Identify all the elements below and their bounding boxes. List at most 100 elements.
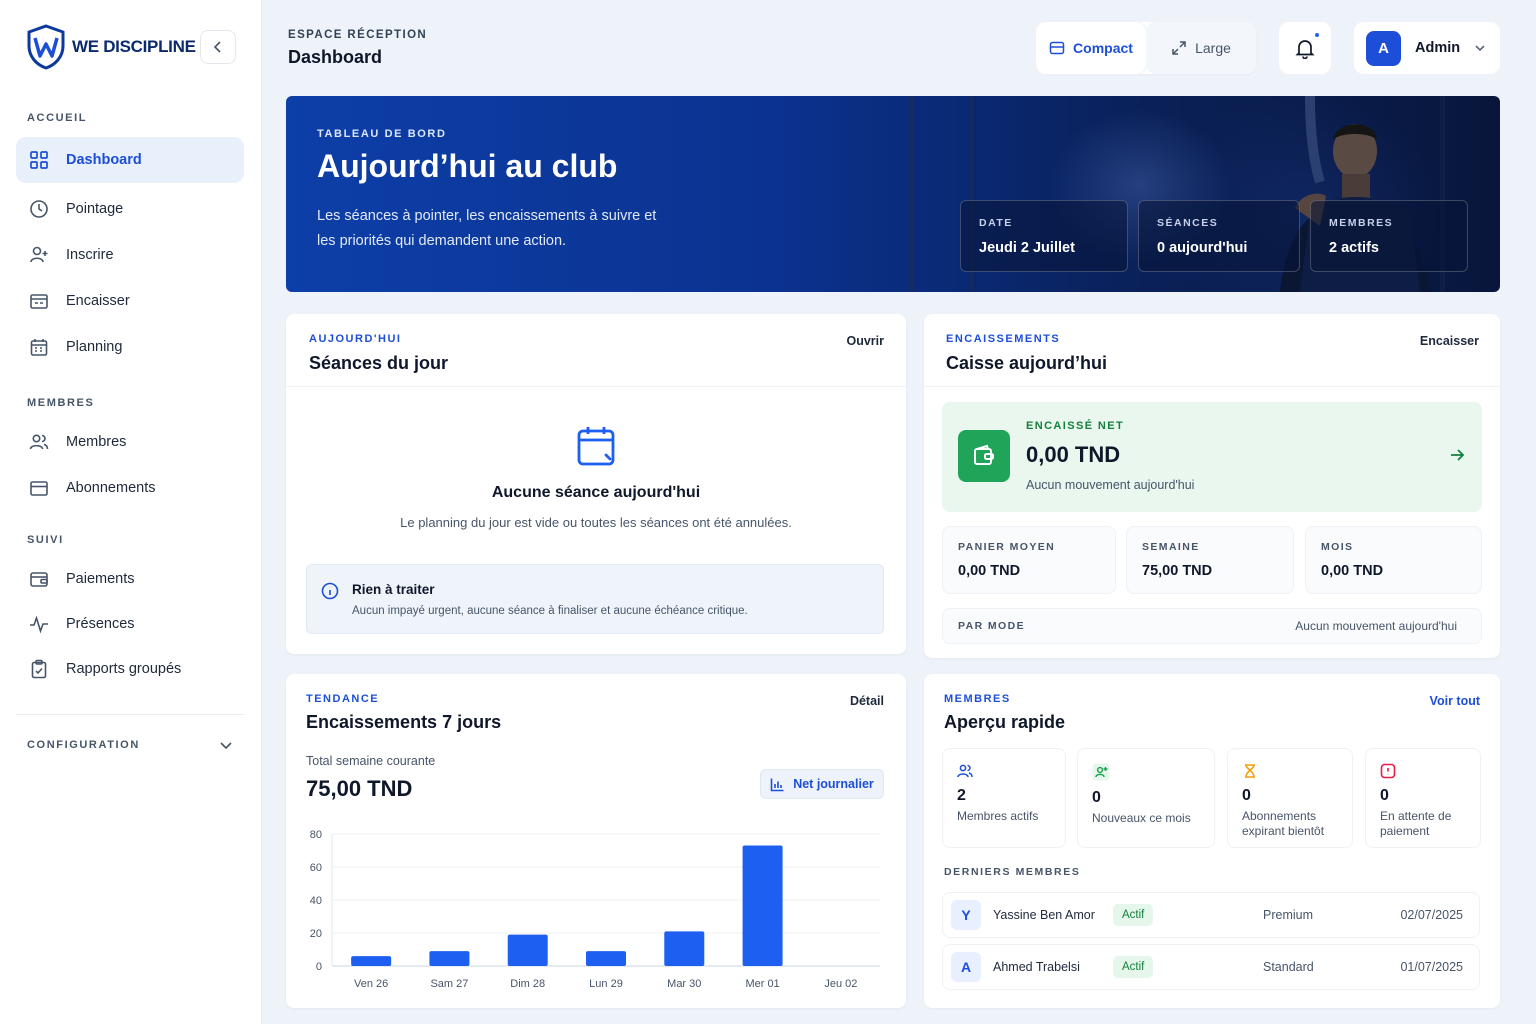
- density-toggle: Compact Large: [1036, 22, 1256, 74]
- open-seances-link[interactable]: Ouvrir: [846, 334, 884, 348]
- user-plus-icon: [1092, 763, 1110, 781]
- hero-stat-label: MEMBRES: [1329, 217, 1394, 229]
- sidebar-item-abonnements[interactable]: Abonnements: [16, 465, 244, 511]
- density-large-label: Large: [1195, 40, 1231, 56]
- caisse-card: ENCAISSEMENTS Caisse aujourd’hui Encaiss…: [924, 314, 1500, 658]
- clock-icon: [28, 198, 50, 220]
- card-title: Séances du jour: [309, 353, 449, 373]
- sidebar-item-label: Dashboard: [66, 152, 142, 168]
- logo-text: WE DISCIPLINE: [72, 37, 196, 56]
- member-plan: Premium: [1263, 908, 1314, 922]
- card-kicker: ENCAISSEMENTS: [946, 333, 1061, 345]
- sidebar-item-label: Membres: [66, 434, 127, 450]
- sidebar-item-presences[interactable]: Présences: [16, 601, 244, 647]
- notification-dot: [1313, 31, 1321, 39]
- status-badge: Actif: [1113, 956, 1154, 978]
- hero-stat-value: 2 actifs: [1329, 240, 1379, 256]
- sidebar-item-rapports[interactable]: Rapports groupés: [16, 646, 244, 692]
- stat-value: 75,00 TND: [1142, 563, 1213, 579]
- stat-label: SEMAINE: [1142, 541, 1200, 553]
- sidebar-item-label: Inscrire: [66, 247, 114, 263]
- x-tick-label: Ven 26: [354, 978, 388, 990]
- sidebar-item-pointage[interactable]: Pointage: [16, 186, 244, 232]
- activity-icon: [28, 613, 50, 635]
- x-tick-label: Mer 01: [745, 978, 779, 990]
- density-large-button[interactable]: Large: [1146, 22, 1256, 74]
- configuration-toggle[interactable]: CONFIGURATION: [27, 738, 233, 752]
- bar-dim-28: [507, 934, 548, 966]
- member-date: 01/07/2025: [1400, 960, 1463, 974]
- card-icon: [28, 477, 50, 499]
- par-mode-value: Aucun mouvement aujourd'hui: [1295, 619, 1457, 633]
- card-kicker: MEMBRES: [944, 693, 1011, 705]
- quick-stat-expirant[interactable]: 0 Abonnements expirant bientôt: [1227, 748, 1353, 848]
- wallet-icon: [28, 568, 50, 590]
- bar-chart-icon: [770, 778, 784, 791]
- quick-stat-label: Nouveaux ce mois: [1092, 811, 1191, 825]
- voir-tout-link[interactable]: Voir tout: [1430, 694, 1480, 708]
- bar-ven-26: [351, 956, 392, 966]
- users-icon: [28, 431, 50, 453]
- sidebar-item-encaisser[interactable]: Encaisser: [16, 278, 244, 324]
- y-tick-label: 0: [316, 961, 322, 973]
- sidebar-item-membres[interactable]: Membres: [16, 419, 244, 465]
- section-membres: MEMBRES: [27, 397, 95, 409]
- member-avatar: Y: [951, 900, 981, 930]
- x-tick-label: Jeu 02: [824, 978, 857, 990]
- section-suivi: SUIVI: [27, 534, 64, 546]
- encaisser-link[interactable]: Encaisser: [1420, 334, 1479, 348]
- quick-stat-label: En attente de paiement: [1380, 809, 1452, 838]
- alert-icon: [1380, 763, 1396, 779]
- y-tick-label: 20: [310, 928, 322, 940]
- stat-semaine: SEMAINE 75,00 TND: [1126, 526, 1294, 594]
- member-row[interactable]: Y Yassine Ben Amor Actif Premium 02/07/2…: [942, 892, 1480, 938]
- empty-state-description: Le planning du jour est vide ou toutes l…: [400, 515, 792, 530]
- quick-stat-attente-paiement[interactable]: 0 En attente de paiement: [1365, 748, 1481, 848]
- user-menu[interactable]: A Admin: [1354, 22, 1500, 74]
- quick-stat-nouveaux[interactable]: 0 Nouveaux ce mois: [1077, 748, 1215, 848]
- total-label: Total semaine courante: [306, 754, 436, 768]
- density-compact-button[interactable]: Compact: [1036, 22, 1146, 74]
- stat-value: 0,00 TND: [1321, 563, 1384, 579]
- hero-stat-seances: SÉANCES 0 aujourd'hui: [1138, 200, 1300, 272]
- info-box: Rien à traiter Aucun impayé urgent, aucu…: [306, 564, 884, 634]
- y-tick-label: 40: [310, 895, 322, 907]
- net-journalier-button[interactable]: Net journalier: [760, 769, 884, 799]
- collapse-sidebar-button[interactable]: [200, 30, 236, 64]
- expand-icon: [1172, 41, 1186, 55]
- card-kicker: TENDANCE: [306, 693, 380, 705]
- member-row[interactable]: A Ahmed Trabelsi Actif Standard 01/07/20…: [942, 944, 1480, 990]
- bar-mer-01: [742, 845, 783, 966]
- register-icon: [28, 290, 50, 312]
- sidebar-item-inscrire[interactable]: Inscrire: [16, 232, 244, 278]
- quick-stat-value: 0: [1380, 787, 1389, 804]
- stat-value: 0,00 TND: [958, 563, 1021, 579]
- arrow-right-icon: [1451, 449, 1465, 461]
- card-divider: [286, 386, 906, 387]
- net-encaisse-panel[interactable]: ENCAISSÉ NET 0,00 TND Aucun mouvement au…: [942, 402, 1482, 512]
- member-avatar: A: [951, 952, 981, 982]
- sidebar-item-dashboard[interactable]: Dashboard: [16, 137, 244, 183]
- bar-sam-27: [429, 951, 470, 966]
- breadcrumb: ESPACE RÉCEPTION: [288, 29, 428, 41]
- calendar-icon: [28, 336, 50, 358]
- member-name: Yassine Ben Amor: [993, 908, 1095, 922]
- compact-icon: [1049, 41, 1065, 55]
- sidebar-item-planning[interactable]: Planning: [16, 324, 244, 370]
- hero-stat-label: DATE: [979, 217, 1013, 229]
- quick-stat-membres-actifs[interactable]: 2 Membres actifs: [942, 748, 1066, 848]
- member-date: 02/07/2025: [1400, 908, 1463, 922]
- notifications-button[interactable]: [1279, 22, 1331, 74]
- net-value: 0,00 TND: [1026, 442, 1121, 467]
- card-title: Encaissements 7 jours: [306, 712, 502, 732]
- sidebar-item-paiements[interactable]: Paiements: [16, 556, 244, 602]
- total-value: 75,00 TND: [306, 776, 413, 801]
- quick-stat-label: Membres actifs: [957, 809, 1039, 823]
- stat-mois: MOIS 0,00 TND: [1305, 526, 1482, 594]
- recent-members-title: DERNIERS MEMBRES: [944, 866, 1081, 878]
- info-icon: [321, 582, 339, 600]
- card-divider: [924, 386, 1500, 387]
- logo[interactable]: WE DISCIPLINE: [26, 24, 196, 70]
- detail-link[interactable]: Détail: [850, 694, 884, 708]
- par-mode-label: PAR MODE: [958, 620, 1026, 632]
